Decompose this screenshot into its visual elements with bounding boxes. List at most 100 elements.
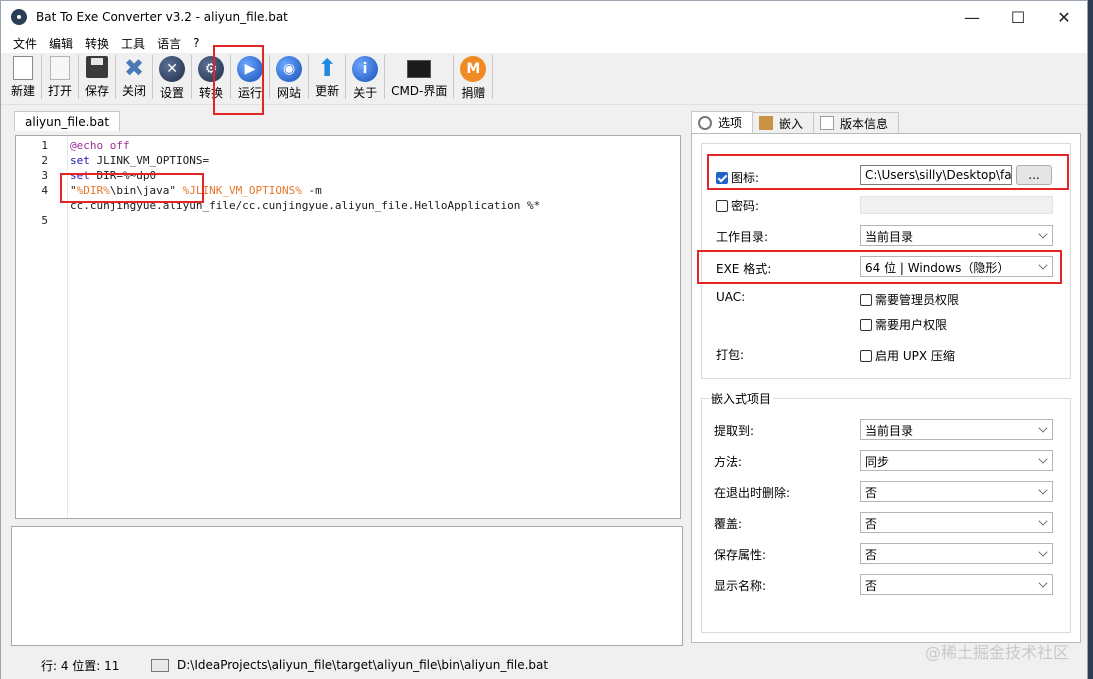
- box-icon: [759, 116, 774, 130]
- password-checkbox[interactable]: 密码:: [716, 197, 759, 214]
- delete-on-exit-select[interactable]: 否: [860, 481, 1053, 502]
- overwrite-select[interactable]: 否: [860, 512, 1053, 533]
- maximize-button[interactable]: ☐: [995, 1, 1041, 33]
- chevron-down-icon: [1038, 516, 1048, 526]
- extract-select[interactable]: 当前目录: [860, 419, 1053, 440]
- donate-label: 捐赠: [461, 86, 486, 100]
- toolbar-separator: [78, 55, 80, 99]
- toolbar-separator: [269, 55, 271, 99]
- floppy-disk-icon: [86, 56, 109, 78]
- checkbox-empty-icon: [860, 318, 872, 331]
- window-title: Bat To Exe Converter v3.2 - aliyun_file.…: [36, 10, 288, 24]
- uac-user-checkbox[interactable]: 需要用户权限: [860, 316, 947, 333]
- toolbar-separator: [152, 55, 154, 99]
- method-value: 同步: [865, 455, 890, 469]
- toolbar-separator: [308, 55, 310, 99]
- gear-icon: [698, 115, 712, 130]
- cmd-button[interactable]: CMD-界面: [387, 53, 451, 101]
- desktop-background: [1088, 0, 1093, 679]
- checkbox-empty-icon: [860, 349, 872, 362]
- menu-file[interactable]: 文件: [7, 35, 43, 52]
- code-line: set JLINK_VM_OPTIONS=: [70, 153, 680, 168]
- close-x-icon: ✖: [124, 54, 145, 82]
- update-label: 更新: [315, 84, 340, 98]
- tab-embed[interactable]: 嵌入: [752, 112, 815, 133]
- tab-version[interactable]: 版本信息: [813, 112, 900, 133]
- upx-checkbox[interactable]: 启用 UPX 压缩: [860, 347, 955, 364]
- website-button[interactable]: ◉ 网站: [272, 53, 306, 101]
- toolbar-separator: [492, 55, 494, 99]
- new-button[interactable]: 新建: [7, 53, 39, 101]
- uac-label: UAC:: [716, 290, 746, 304]
- save-attrs-select[interactable]: 否: [860, 543, 1053, 564]
- update-button[interactable]: ⬆ 更新: [311, 53, 343, 101]
- code-token: -m: [301, 184, 322, 197]
- upx-label: 启用 UPX 压缩: [875, 349, 955, 363]
- overwrite-label: 覆盖:: [714, 517, 743, 531]
- tab-embed-label: 嵌入: [779, 116, 804, 131]
- app-window: Bat To Exe Converter v3.2 - aliyun_file.…: [0, 0, 1088, 679]
- close-label: 关闭: [122, 84, 147, 98]
- terminal-icon: [407, 60, 432, 78]
- file-tab[interactable]: aliyun_file.bat: [14, 111, 121, 131]
- code-keyword: set: [70, 154, 90, 167]
- chevron-down-icon: [1038, 454, 1048, 464]
- code-token: JLINK_VM_OPTIONS=: [89, 154, 210, 167]
- code-token: @echo off: [70, 139, 130, 152]
- show-name-label: 显示名称:: [714, 579, 767, 593]
- info-icon: i: [352, 56, 379, 82]
- menu-bar: 文件 编辑 转换 工具 语言 ?: [1, 33, 1087, 53]
- title-bar: Bat To Exe Converter v3.2 - aliyun_file.…: [1, 1, 1087, 33]
- file-path: D:\IdeaProjects\aliyun_file\target\aliyu…: [177, 658, 549, 672]
- highlight-icon-row: [707, 154, 1069, 190]
- minimize-button[interactable]: —: [949, 1, 995, 33]
- open-label: 打开: [48, 84, 73, 98]
- menu-help[interactable]: ?: [187, 36, 205, 50]
- uac-user-label: 需要用户权限: [875, 318, 948, 332]
- toolbar-separator: [191, 55, 193, 99]
- settings-x-icon: ✕: [159, 56, 186, 82]
- chevron-down-icon: [1038, 547, 1048, 557]
- workdir-select[interactable]: 当前目录: [860, 225, 1053, 246]
- output-pane[interactable]: [11, 526, 683, 646]
- workdir-label: 工作目录:: [716, 230, 769, 244]
- cursor-position: 行: 4 位置: 11: [41, 658, 120, 673]
- show-name-select[interactable]: 否: [860, 574, 1053, 595]
- password-input[interactable]: [860, 196, 1053, 214]
- uac-admin-checkbox[interactable]: 需要管理员权限: [860, 291, 959, 308]
- line-number: 3: [41, 169, 48, 182]
- about-button[interactable]: i 关于: [348, 53, 382, 101]
- toolbar: 新建 打开 保存 ✖ 关闭 ✕ 设置 ⚙ 转换 ▶ 运行 ◉ 网站 ⬆ 更新 i…: [1, 53, 1087, 105]
- highlight-code: [60, 173, 204, 203]
- tab-options[interactable]: 选项: [691, 111, 754, 133]
- close-window-button[interactable]: ✕: [1041, 1, 1087, 33]
- highlight-exe-format: [697, 250, 1062, 284]
- settings-button[interactable]: ✕ 设置: [155, 53, 189, 101]
- menu-tools[interactable]: 工具: [115, 35, 151, 52]
- file-path-status: D:\IdeaProjects\aliyun_file\target\aliyu…: [151, 658, 548, 672]
- toolbar-separator: [345, 55, 347, 99]
- open-button[interactable]: 打开: [44, 53, 76, 101]
- toolbar-separator: [41, 55, 43, 99]
- menu-convert[interactable]: 转换: [79, 35, 115, 52]
- highlight-convert: [213, 45, 264, 115]
- checkbox-empty-icon: [860, 293, 872, 306]
- menu-edit[interactable]: 编辑: [43, 35, 79, 52]
- chevron-down-icon: [1038, 229, 1048, 239]
- menu-language[interactable]: 语言: [151, 35, 187, 52]
- arrow-up-icon: ⬆: [317, 54, 338, 82]
- donate-button[interactable]: M 捐赠: [456, 53, 490, 101]
- file-icon: [151, 658, 169, 672]
- cmd-label: CMD-界面: [391, 84, 448, 98]
- delete-on-exit-value: 否: [865, 486, 878, 500]
- overwrite-value: 否: [865, 517, 878, 531]
- method-select[interactable]: 同步: [860, 450, 1053, 471]
- close-button[interactable]: ✖ 关闭: [118, 53, 150, 101]
- save-button[interactable]: 保存: [81, 53, 113, 101]
- new-label: 新建: [11, 84, 36, 98]
- uac-admin-label: 需要管理员权限: [875, 293, 960, 307]
- chevron-down-icon: [1038, 423, 1048, 433]
- tab-version-label: 版本信息: [840, 116, 889, 131]
- toolbar-separator: [453, 55, 455, 99]
